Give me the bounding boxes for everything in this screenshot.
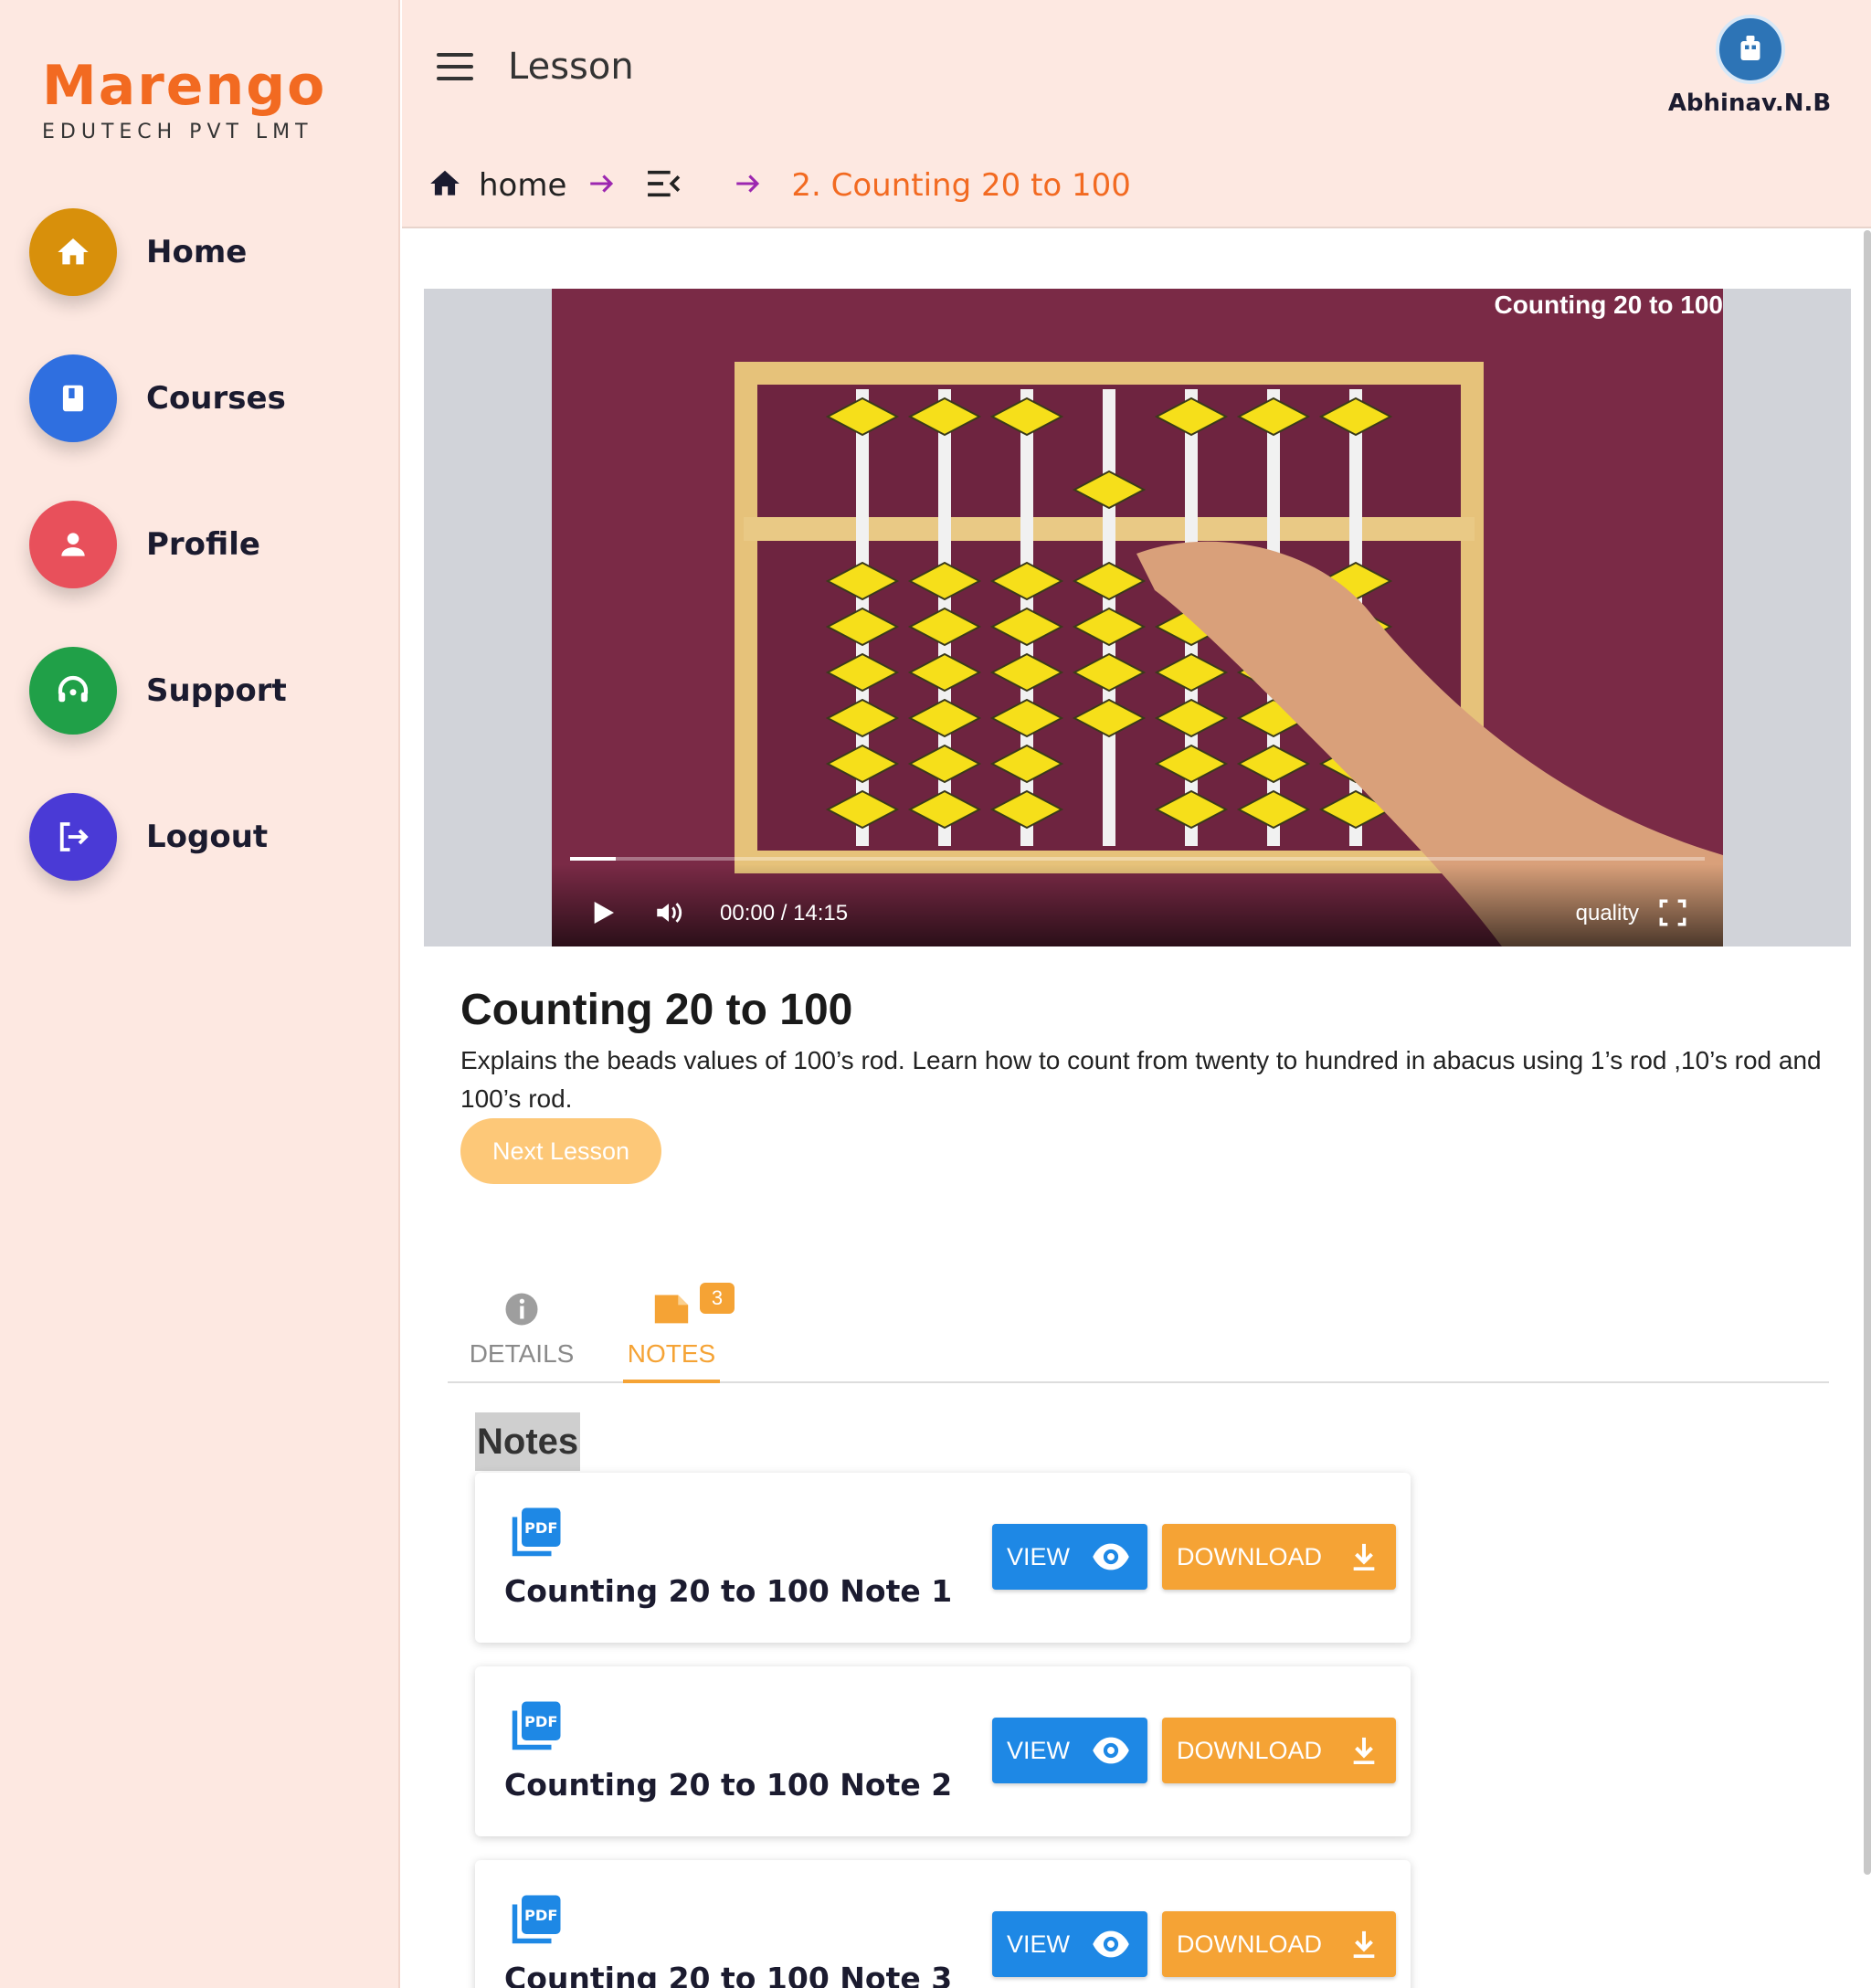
lesson-tabs: DETAILS NOTES 3 (448, 1279, 1829, 1383)
video-title-overlay: Counting 20 to 100 (1494, 291, 1723, 319)
sidebar-item-support[interactable]: Support (29, 647, 287, 735)
sidebar-item-label: Courses (146, 380, 286, 417)
pdf-icon: PDF (508, 1699, 563, 1759)
headset-icon (29, 647, 117, 735)
scrollbar[interactable] (1864, 230, 1871, 1875)
sidebar-item-label: Logout (146, 819, 269, 855)
tab-details-label: DETAILS (469, 1339, 575, 1368)
fullscreen-icon[interactable] (1657, 897, 1688, 933)
home-icon (29, 208, 117, 296)
sidebar-item-logout[interactable]: Logout (29, 793, 268, 881)
sidebar-item-profile[interactable]: Profile (29, 501, 260, 588)
note-title: Counting 20 to 100 Note 2 (504, 1767, 953, 1803)
download-button[interactable]: DOWNLOAD (1162, 1524, 1396, 1590)
eye-icon (1091, 1928, 1131, 1967)
brand-name: Marengo (42, 54, 327, 118)
user-name[interactable]: Abhinav.N.B (1644, 90, 1855, 117)
brand-subtitle: EDUTECH PVT LMT (42, 121, 313, 143)
person-icon (29, 501, 117, 588)
note-title: Counting 20 to 100 Note 1 (504, 1573, 953, 1609)
play-icon[interactable] (588, 897, 618, 933)
download-icon (1348, 1734, 1379, 1773)
video-seek-bar[interactable] (570, 857, 1705, 861)
video-controls: 00:00 / 14:15 quality (552, 864, 1723, 946)
download-icon (1348, 1540, 1379, 1580)
book-icon (29, 354, 117, 442)
volume-icon[interactable] (652, 897, 685, 933)
eye-icon (1091, 1540, 1131, 1580)
view-label: VIEW (1007, 1930, 1071, 1958)
view-button[interactable]: VIEW (992, 1911, 1147, 1977)
lesson-list-icon[interactable] (645, 167, 682, 205)
sidebar-item-label: Support (146, 672, 287, 709)
info-icon (502, 1290, 541, 1333)
video-frame[interactable]: Counting 20 to 100 00:00 / 14:15 quality (552, 289, 1723, 946)
brand-logo[interactable]: Marengo EDUTECH PVT LMT (42, 53, 326, 143)
abacus-video-still (552, 289, 1723, 946)
menu-icon[interactable] (437, 53, 473, 80)
note-card: PDF Counting 20 to 100 Note 1 VIEW DOWNL… (475, 1473, 1411, 1643)
download-label: DOWNLOAD (1177, 1736, 1323, 1764)
tab-active-indicator (623, 1380, 720, 1383)
lesson-description: Explains the beads values of 100’s rod. … (460, 1046, 1822, 1113)
lesson-title: Counting 20 to 100 (460, 986, 853, 1034)
notes-heading: Notes (475, 1412, 581, 1471)
note-icon (651, 1290, 692, 1331)
page-title: Lesson (508, 46, 634, 88)
svg-text:PDF: PDF (524, 1519, 558, 1537)
download-button[interactable]: DOWNLOAD (1162, 1718, 1396, 1783)
breadcrumb: home 2. Counting 20 to 100 (428, 163, 1131, 208)
svg-text:PDF: PDF (524, 1907, 558, 1924)
arrow-right-icon (733, 168, 764, 204)
video-time: 00:00 / 14:15 (720, 901, 849, 925)
download-icon (1348, 1928, 1379, 1967)
home-icon[interactable] (428, 166, 462, 206)
pdf-icon: PDF (508, 1893, 563, 1952)
logout-icon (29, 793, 117, 881)
breadcrumb-home-link[interactable]: home (479, 167, 566, 204)
arrow-right-icon (587, 168, 618, 204)
svg-text:PDF: PDF (524, 1713, 558, 1730)
sidebar-item-label: Profile (146, 526, 260, 563)
view-label: VIEW (1007, 1542, 1071, 1570)
avatar[interactable] (1716, 15, 1785, 84)
top-header: Lesson Abhinav.N.B home 2. Counting 20 t… (402, 0, 1871, 228)
video-player: Counting 20 to 100 00:00 / 14:15 quality (424, 289, 1851, 946)
note-title: Counting 20 to 100 Note 3 (504, 1961, 953, 1988)
note-card: PDF Counting 20 to 100 Note 3 VIEW DOWNL… (475, 1860, 1411, 1988)
download-label: DOWNLOAD (1177, 1542, 1323, 1570)
pdf-icon: PDF (508, 1506, 563, 1565)
tab-details[interactable]: DETAILS (453, 1279, 590, 1383)
download-label: DOWNLOAD (1177, 1930, 1323, 1958)
sidebar-item-label: Home (146, 234, 248, 270)
tab-notes-label: NOTES (627, 1339, 716, 1368)
view-button[interactable]: VIEW (992, 1718, 1147, 1783)
view-label: VIEW (1007, 1736, 1071, 1764)
next-lesson-button[interactable]: Next Lesson (460, 1118, 661, 1184)
sidebar-item-home[interactable]: Home (29, 208, 247, 296)
download-button[interactable]: DOWNLOAD (1162, 1911, 1396, 1977)
note-card: PDF Counting 20 to 100 Note 2 VIEW DOWNL… (475, 1666, 1411, 1836)
sidebar-item-courses[interactable]: Courses (29, 354, 286, 442)
breadcrumb-current: 2. Counting 20 to 100 (791, 167, 1131, 204)
notes-count-badge: 3 (700, 1283, 735, 1314)
quality-button[interactable]: quality (1576, 901, 1639, 926)
eye-icon (1091, 1734, 1131, 1773)
sidebar: Marengo EDUTECH PVT LMT Home Courses Pro… (0, 0, 400, 1988)
view-button[interactable]: VIEW (992, 1524, 1147, 1590)
